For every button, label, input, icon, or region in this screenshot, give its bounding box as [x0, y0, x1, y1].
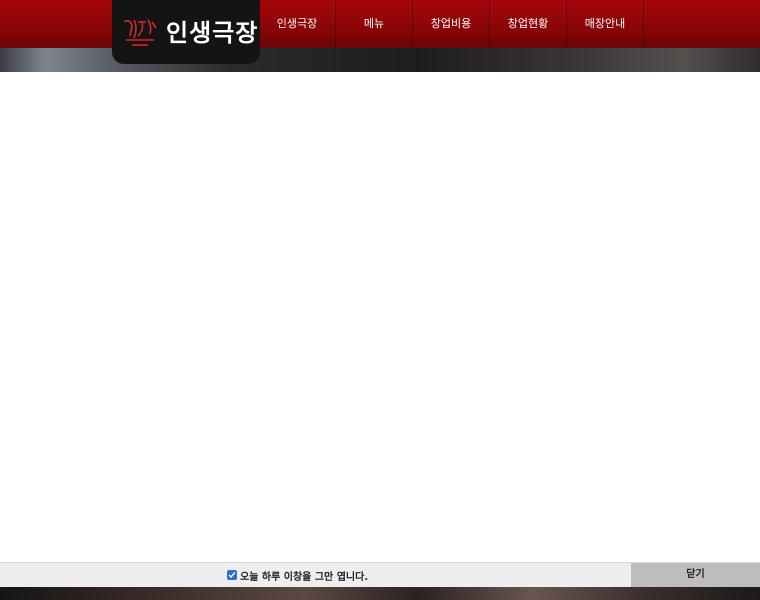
- dismiss-today-checkbox[interactable]: [227, 570, 237, 580]
- logo-text: 인생극장: [166, 19, 259, 47]
- dismiss-today-label: 오늘 하루 이창을 그만 엽니다.: [240, 571, 369, 583]
- popup-footer-bar: 오늘 하루 이창을 그만 엽니다. 닫기: [0, 562, 760, 587]
- nav-item-startup-cost[interactable]: 창업비용: [413, 0, 490, 48]
- footer-photo-strip: [0, 586, 760, 600]
- main-nav: 인생극장 메뉴 창업비용 창업현황 매장안내: [259, 0, 644, 48]
- logo-emblem-icon: [123, 19, 157, 46]
- site-logo[interactable]: 인생극장: [112, 0, 260, 64]
- dismiss-today-control[interactable]: 오늘 하루 이창을 그만 엽니다.: [227, 563, 368, 587]
- close-button[interactable]: 닫기: [631, 563, 760, 587]
- nav-item-store-info[interactable]: 매장안내: [567, 0, 644, 48]
- checkmark-icon: [228, 572, 236, 579]
- nav-item-insaeng-theater[interactable]: 인생극장: [259, 0, 336, 48]
- nav-item-menu[interactable]: 메뉴: [336, 0, 413, 48]
- nav-item-startup-status[interactable]: 창업현황: [490, 0, 567, 48]
